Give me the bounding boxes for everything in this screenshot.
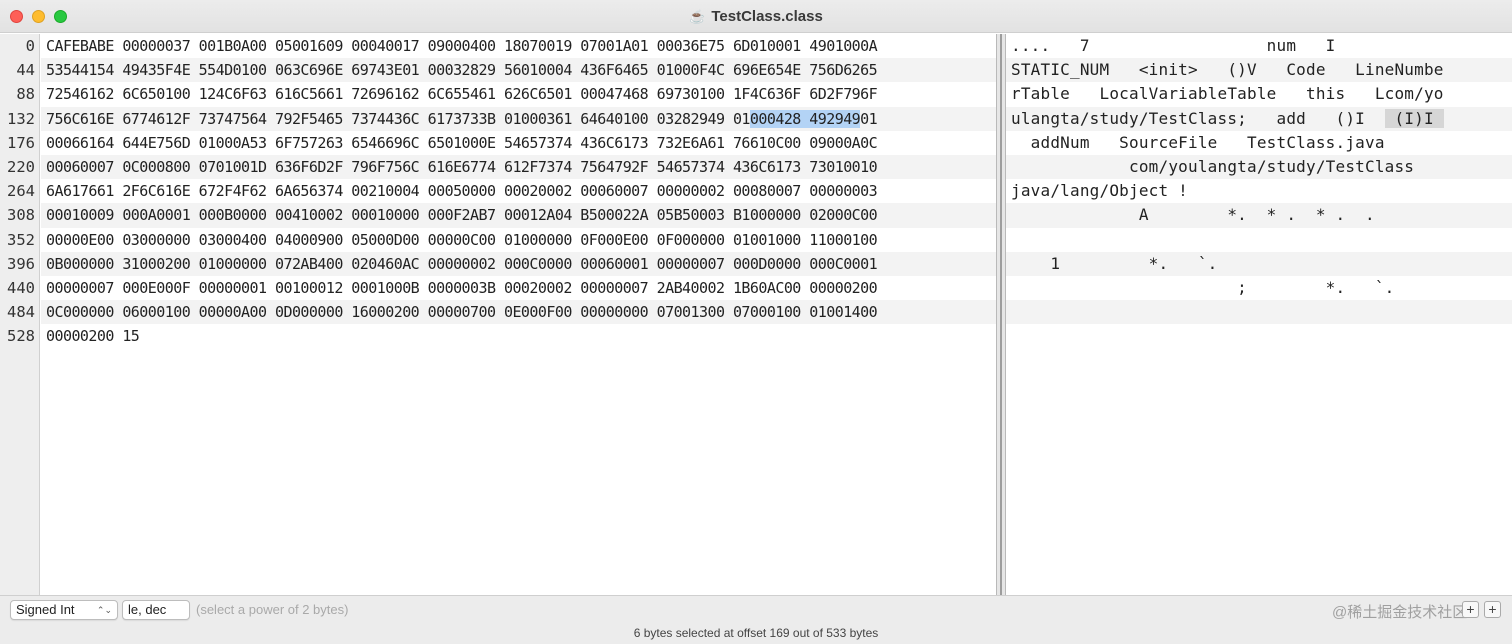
hex-row[interactable]: 00000E00 03000000 03000400 04000900 0500… [41,228,996,252]
text-row-text: com/youlangta/study/TestClass [1011,156,1415,176]
text-row-text: STATIC_NUM <init> ()V Code LineNumbe [1011,60,1444,80]
endianness-select[interactable]: le, dec [122,600,190,620]
hex-row[interactable]: 00010009 000A0001 000B0000 00410002 0001… [41,203,996,228]
hex-row[interactable]: CAFEBABE 00000037 001B0A00 05001609 0004… [41,34,996,58]
text-row[interactable]: java/lang/Object ! [1006,179,1512,203]
text-row[interactable]: STATIC_NUM <init> ()V Code LineNumbe [1006,58,1512,83]
hex-row[interactable]: 00000200 15 [41,324,996,348]
text-row-text: 1 *. `. [1011,253,1218,273]
offset-gutter: 0 44 88 132 176 220 264 308 352 396 440 484 528 [0,34,40,595]
hex-row[interactable]: 53544154 49435F4E 554D0100 063C696E 6974… [41,58,996,83]
hex-row-text: 00010009 000A0001 000B0000 00410002 0001… [46,206,878,225]
offset-label: 484 [7,303,35,322]
offset-label: 0 [25,37,35,55]
hex-row-text: 0C000000 06000100 00000A00 0D000000 1600… [46,303,878,322]
hex-row-text: 01 [860,109,878,128]
text-row[interactable]: addNum SourceFile TestClass.java [1006,131,1512,155]
hex-row-text: 72546162 6C650100 124C6F63 616C5661 7269… [46,85,878,104]
hex-row-text: 756C616E 6774612F 73747564 792F5465 7374… [46,109,750,128]
offset-label: 176 [7,133,35,152]
hex-row[interactable]: 00066164 644E756D 01000A53 6F757263 6546… [41,131,996,155]
hex-row-text: 0B000000 31000200 01000000 072AB400 0204… [46,254,878,273]
title-bar: ☕ TestClass.class [0,0,1512,33]
text-row[interactable]: .... 7 num I [1006,34,1512,58]
text-row-text: rTable LocalVariableTable this Lcom/yo [1011,84,1444,104]
chevron-updown-icon: ⌃⌄ [96,605,112,615]
hex-row-text: 53544154 49435F4E 554D0100 063C696E 6974… [46,61,878,80]
offset-label: 440 [7,278,35,297]
data-type-select[interactable]: Signed Int ⌃⌄ [10,600,118,620]
offset-label: 308 [7,206,35,225]
value-hint: (select a power of 2 bytes) [196,602,349,617]
offset-label: 88 [16,85,35,104]
hex-row-text: 00000E00 03000000 03000400 04000900 0500… [46,230,878,249]
hex-selection[interactable]: 000428 492949 [749,109,861,128]
hex-row[interactable]: 0B000000 31000200 01000000 072AB400 0204… [41,251,996,276]
add-pane-button[interactable]: + [1484,601,1501,618]
text-row[interactable]: 1 *. `. [1006,251,1512,276]
text-row[interactable]: A *. * . * . . [1006,203,1512,228]
text-row[interactable]: ulangta/study/TestClass; add ()I (I)I [1006,106,1512,131]
text-row[interactable]: ; *. `. [1006,276,1512,300]
hex-row-text: 00000200 15 [46,327,140,346]
hex-row-text: 00000007 000E000F 00000001 00100012 0001… [46,278,878,297]
offset-label: 528 [7,327,35,346]
window-title-text: TestClass.class [711,8,823,25]
pane-splitter[interactable] [996,34,1006,595]
offset-label: 396 [7,254,35,273]
status-bar: Signed Int ⌃⌄ le, dec (select a power of… [0,595,1512,644]
offset-label: 352 [7,230,35,249]
data-type-select-value: Signed Int [16,602,75,617]
text-row-text: addNum SourceFile TestClass.java [1011,132,1385,152]
hex-row[interactable]: 00060007 0C000800 0701001D 636F6D2F 796F… [41,154,996,180]
text-selection[interactable]: (I)I [1384,108,1444,128]
text-row[interactable] [1006,228,1512,252]
text-row-text: A *. * . * . . [1011,205,1375,225]
selection-status: 6 bytes selected at offset 169 out of 53… [633,626,879,640]
hex-row[interactable]: 72546162 6C650100 124C6F63 616C5661 7269… [41,82,996,106]
hex-row-text: 00060007 0C000800 0701001D 636F6D2F 796F… [46,157,878,176]
hex-row-text: CAFEBABE 00000037 001B0A00 05001609 0004… [46,37,878,55]
hex-row-text: 6A617661 2F6C616E 672F4F62 6A656374 0021… [46,182,878,201]
text-row-text: java/lang/Object ! [1011,181,1188,201]
window-title: ☕ TestClass.class [0,0,1512,33]
coffee-cup-icon: ☕ [689,8,706,24]
offset-label: 132 [7,109,35,128]
hex-view[interactable]: CAFEBABE 00000037 001B0A00 05001609 0004… [41,34,996,595]
text-view[interactable]: .... 7 num I STATIC_NUM <init> ()V Code L… [1006,34,1512,595]
offset-label: 44 [16,61,35,80]
text-row[interactable]: rTable LocalVariableTable this Lcom/yo [1006,82,1512,106]
hex-row[interactable]: 00000007 000E000F 00000001 00100012 0001… [41,276,996,300]
text-row[interactable] [1006,324,1512,348]
add-button[interactable]: + [1462,601,1479,618]
text-row-text: ; *. `. [1011,277,1395,297]
text-row[interactable] [1006,300,1512,325]
watermark: @稀土掘金技术社区 [1332,604,1468,621]
text-row-text: ulangta/study/TestClass; add ()I [1011,108,1385,128]
hex-row[interactable]: 6A617661 2F6C616E 672F4F62 6A656374 0021… [41,179,996,203]
text-row[interactable]: com/youlangta/study/TestClass [1006,154,1512,180]
hex-row[interactable]: 0C000000 06000100 00000A00 0D000000 1600… [41,300,996,325]
offset-label: 220 [7,157,35,176]
hex-row[interactable]: 756C616E 6774612F 73747564 792F5465 7374… [41,106,996,131]
hex-row-text: 00066164 644E756D 01000A53 6F757263 6546… [46,133,878,152]
offset-label: 264 [7,182,35,201]
endianness-select-value: le, dec [128,602,167,617]
text-row-text: .... 7 num I [1011,36,1336,55]
